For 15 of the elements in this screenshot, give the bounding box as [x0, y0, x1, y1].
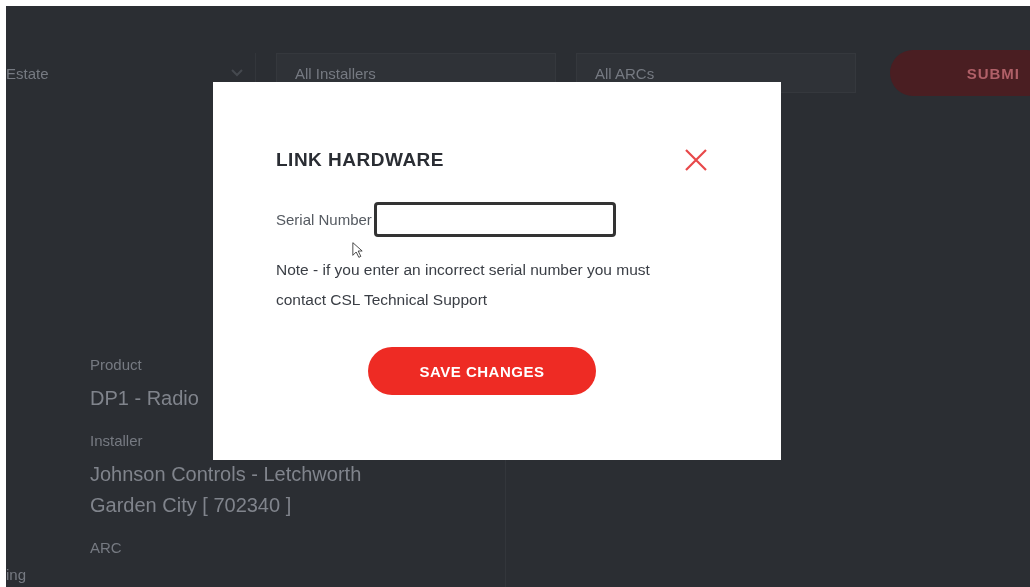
submit-button[interactable]: SUBMI [890, 50, 1030, 96]
close-icon[interactable] [684, 148, 708, 172]
mouse-pointer-icon [352, 242, 363, 258]
detail-label: Product [90, 356, 142, 373]
serial-number-label: Serial Number [276, 211, 372, 228]
note-text: Note - if you enter an incorrect serial number you must contact CSL Technical Support [276, 260, 651, 310]
side-label: ing [6, 566, 28, 583]
detail-value: DP1 - Radio [90, 386, 199, 411]
serial-number-field[interactable] [373, 202, 616, 237]
dialog-title: LINK HARDWARE [276, 149, 444, 171]
save-changes-button[interactable]: SAVE CHANGES [368, 347, 596, 395]
detail-value: Johnson Controls - Letchworth Garden City [ 702340 ] [90, 462, 363, 518]
detail-label: Installer [90, 432, 143, 449]
chevron-down-icon [231, 69, 243, 77]
detail-label: ARC [90, 539, 122, 556]
